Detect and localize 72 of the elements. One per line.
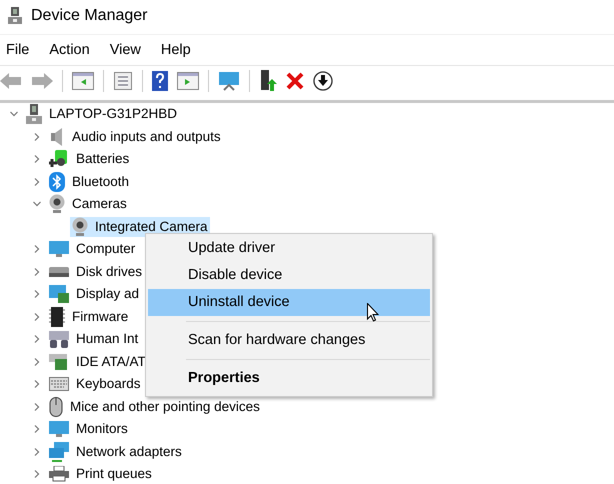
mouse-icon [49,396,63,417]
input-device-icon [49,330,69,348]
controller-card-icon [49,352,69,371]
context-menu-item[interactable]: Uninstall device [148,289,430,316]
update-driver-icon[interactable] [259,70,277,92]
cursor-icon [367,303,379,322]
tree-item[interactable]: Disk drives [47,262,144,282]
menu-item[interactable]: View [110,42,141,58]
tree-item-label: Monitors [76,421,128,438]
forward-icon[interactable] [31,73,53,89]
tree-item-label: Batteries [76,151,130,168]
monitor-icon [49,420,69,438]
menu-item[interactable]: File [6,42,30,58]
tree-item[interactable]: Human Int [47,329,140,350]
tree-item[interactable]: Monitors [47,419,130,440]
menu-item[interactable]: Action [49,42,90,58]
tree-item-label: Mice and other pointing devices [70,398,260,415]
speaker-icon [49,126,65,147]
webcam-icon [49,194,65,214]
tree-item[interactable]: Network adapters [47,442,184,462]
display-adapter-icon [49,284,69,304]
monitor-icon[interactable] [218,71,240,91]
tree-item-label: Computer [76,241,136,258]
tree-item[interactable]: Batteries [47,149,132,170]
window-title: Device Manager [31,7,148,25]
tree-item-label: Display ad [76,286,140,302]
properties-icon[interactable] [113,71,133,91]
tree-item[interactable]: Integrated Camera [70,216,210,237]
monitor-icon [49,240,69,258]
app-icon [8,7,22,25]
delete-icon[interactable] [286,72,304,90]
tree-item-label: LAPTOP-G31P2HBD [49,106,178,122]
disk-drive-icon [49,266,69,278]
tree-item-label: IDE ATA/AT [76,354,146,370]
tree-item[interactable]: IDE ATA/AT [47,352,148,372]
tree-item[interactable]: Bluetooth [47,172,132,192]
tree-item[interactable]: Audio inputs and outputs [47,126,223,147]
tree-item-label: Human Int [76,331,138,348]
help-icon[interactable] [152,71,168,91]
tree-item[interactable]: Computer [47,239,138,260]
tree-item[interactable]: Firmware [47,306,130,327]
webcam-icon [72,216,88,237]
network-icon [49,442,69,462]
computer-icon [26,104,42,124]
tree-item-label: Cameras [72,196,127,212]
tree-item-label: Print queues [76,466,152,482]
tree-item[interactable]: Print queues [47,464,154,484]
tree-item-label: Disk drives [76,264,142,280]
tree-item-label: Integrated Camera [95,218,208,235]
battery-icon [49,149,69,170]
context-menu-item[interactable]: Update driver [148,235,430,262]
tree-item[interactable]: Display ad [47,284,142,304]
panel-icon[interactable] [177,72,199,90]
bluetooth-icon [49,172,65,192]
tree-item-label: Network adapters [76,444,182,460]
panel-icon[interactable] [72,72,94,90]
back-icon[interactable] [0,73,22,89]
tree-item-label: Bluetooth [72,174,130,190]
menu-item[interactable]: Help [160,42,191,58]
tree-item-label: Keyboards [76,376,141,392]
context-menu-item[interactable]: Scan for hardware changes [148,327,430,354]
keyboard-icon [49,377,69,392]
tree-item[interactable]: Cameras [47,194,129,214]
tree-item[interactable]: Mice and other pointing devices [47,396,262,417]
tree-item[interactable]: LAPTOP-G31P2HBD [24,104,180,124]
tree-item-label: Audio inputs and outputs [72,128,221,145]
tree-item[interactable]: Keyboards [47,374,143,394]
context-menu-item[interactable]: Disable device [148,262,430,289]
chip-icon [49,306,65,327]
tree-item-label: Firmware [72,308,128,325]
download-icon[interactable] [313,71,333,91]
context-menu-item[interactable]: Properties [148,365,430,392]
